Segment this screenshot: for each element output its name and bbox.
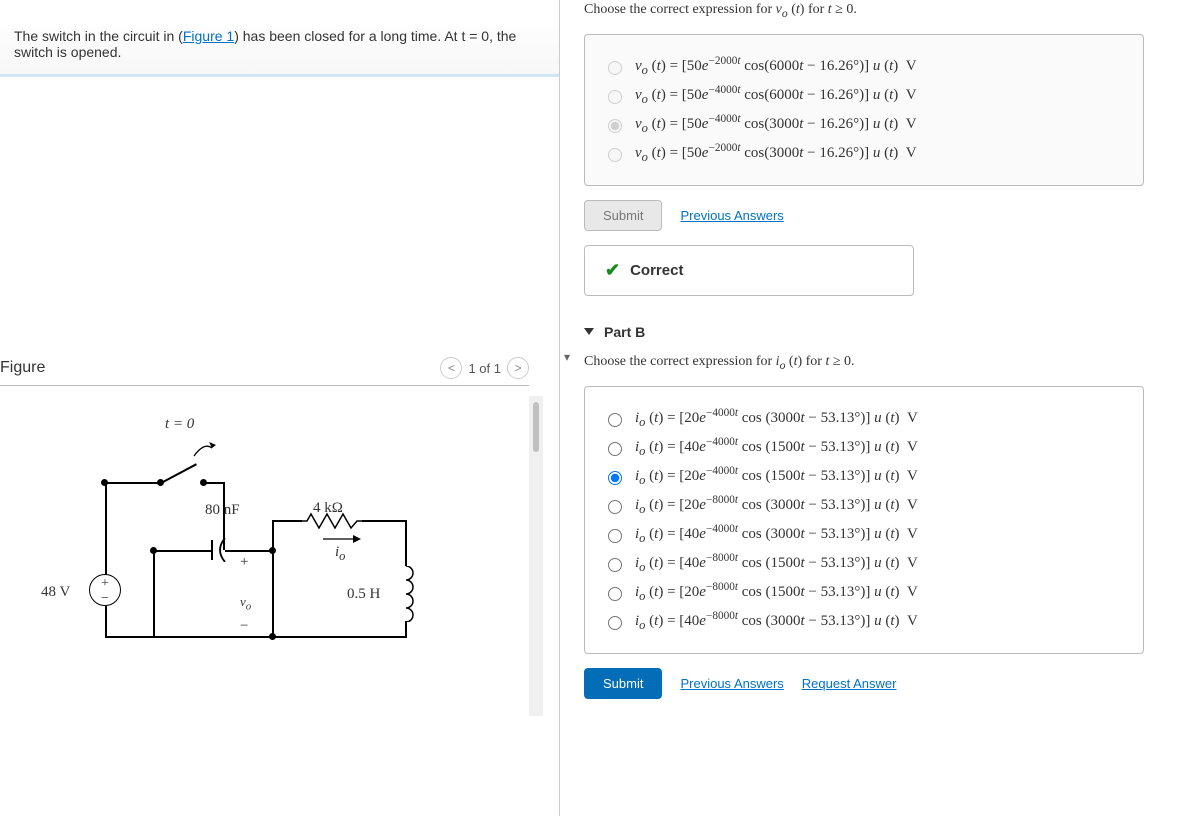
- part-a-submit-button: Submit: [584, 200, 662, 231]
- wire: [223, 522, 225, 550]
- correct-feedback: ✔ Correct: [584, 245, 914, 296]
- caret-down-icon: [584, 328, 594, 335]
- source-minus-icon: −: [101, 591, 109, 607]
- label-io: io: [335, 544, 345, 564]
- part-a-opt-4: vo (t) = [50e−2000t cos(3000t − 16.26°)]…: [603, 142, 1125, 165]
- check-icon: ✔: [605, 260, 620, 281]
- part-a-opt-1: vo (t) = [50e−2000t cos(6000t − 16.26°)]…: [603, 55, 1125, 78]
- source-plus-icon: +: [101, 576, 109, 592]
- radio-input[interactable]: [608, 616, 622, 630]
- label-plus: +: [240, 554, 248, 571]
- wire: [405, 520, 407, 566]
- part-b-options: io (t) = [20e−4000t cos (3000t − 53.13°)…: [584, 386, 1144, 654]
- wire: [362, 520, 406, 522]
- part-b-request-answer-link[interactable]: Request Answer: [802, 676, 897, 691]
- figure-section: Figure < 1 of 1 > t = 0: [0, 357, 559, 716]
- radio-input[interactable]: [608, 500, 622, 514]
- wire: [155, 550, 211, 552]
- part-a-previous-answers-link[interactable]: Previous Answers: [680, 208, 783, 223]
- figure-pager: < 1 of 1 >: [440, 357, 529, 379]
- part-b-opt-7[interactable]: io (t) = [20e−8000t cos (1500t − 53.13°)…: [603, 581, 1125, 604]
- problem-statement: The switch in the circuit in (Figure 1) …: [0, 28, 559, 77]
- radio-input: [608, 119, 622, 133]
- wire: [272, 520, 274, 550]
- part-b-previous-answers-link[interactable]: Previous Answers: [680, 676, 783, 691]
- wire: [272, 520, 302, 522]
- radio-input[interactable]: [608, 442, 622, 456]
- wire: [105, 482, 160, 484]
- part-b-opt-2[interactable]: io (t) = [40e−4000t cos (1500t − 53.13°)…: [603, 436, 1125, 459]
- circuit-diagram: t = 0 80 nF: [35, 416, 475, 696]
- resistor-icon: [301, 512, 363, 530]
- part-b-opt-4[interactable]: io (t) = [20e−8000t cos (3000t − 53.13°)…: [603, 494, 1125, 517]
- radio-input[interactable]: [608, 587, 622, 601]
- right-pane: ▾ Choose the correct expression for vo (…: [560, 0, 1200, 816]
- part-a-prompt: Choose the correct expression for vo (t)…: [584, 2, 1188, 20]
- radio-input: [608, 61, 622, 75]
- pager-prev-button[interactable]: <: [440, 357, 462, 379]
- figure-divider: [0, 385, 529, 386]
- wire: [272, 550, 274, 636]
- part-a-opt-3: vo (t) = [50e−4000t cos(3000t − 16.26°)]…: [603, 113, 1125, 136]
- node: [150, 547, 157, 554]
- label-t0: t = 0: [165, 416, 194, 433]
- part-b-opt-5[interactable]: io (t) = [40e−4000t cos (3000t − 53.13°)…: [603, 523, 1125, 546]
- radio-input: [608, 148, 622, 162]
- problem-text-pre: The switch in the circuit in (: [14, 28, 183, 44]
- radio-input[interactable]: [608, 558, 622, 572]
- label-source: 48 V: [41, 584, 70, 601]
- label-ind: 0.5 H: [347, 586, 380, 603]
- radio-input[interactable]: [608, 529, 622, 543]
- correct-label: Correct: [630, 262, 683, 279]
- pager-text: 1 of 1: [468, 361, 501, 376]
- switch-arrow-icon: [190, 434, 216, 460]
- figure-title: Figure: [0, 359, 45, 377]
- pager-next-button[interactable]: >: [507, 357, 529, 379]
- part-b-header[interactable]: Part B: [584, 324, 1188, 340]
- wire: [153, 550, 155, 636]
- wire: [105, 482, 107, 576]
- radio-input[interactable]: [608, 471, 622, 485]
- wire: [105, 606, 107, 636]
- part-b-opt-6[interactable]: io (t) = [40e−8000t cos (1500t − 53.13°)…: [603, 552, 1125, 575]
- inductor-icon: [397, 566, 415, 622]
- left-pane: The switch in the circuit in (Figure 1) …: [0, 0, 560, 816]
- figure-link[interactable]: Figure 1: [183, 28, 234, 44]
- label-vo: vo: [240, 594, 251, 613]
- collapse-caret-icon[interactable]: ▾: [564, 350, 570, 364]
- cap-plate: [211, 540, 213, 560]
- part-b-prompt: Choose the correct expression for io (t)…: [584, 354, 1188, 372]
- wire: [105, 636, 407, 638]
- wire: [405, 621, 407, 636]
- wire: [225, 550, 271, 552]
- part-b-opt-8[interactable]: io (t) = [40e−8000t cos (3000t − 53.13°)…: [603, 610, 1125, 633]
- part-b-submit-button[interactable]: Submit: [584, 668, 662, 699]
- switch-arm: [161, 463, 197, 483]
- figure-body: t = 0 80 nF: [0, 396, 543, 716]
- part-b-opt-3[interactable]: io (t) = [20e−4000t cos (1500t − 53.13°)…: [603, 465, 1125, 488]
- radio-input[interactable]: [608, 413, 622, 427]
- label-cap: 80 nF: [205, 502, 240, 519]
- part-b-opt-1[interactable]: io (t) = [20e−4000t cos (3000t − 53.13°)…: [603, 407, 1125, 430]
- label-minus: −: [240, 618, 248, 635]
- radio-input: [608, 90, 622, 104]
- part-b-title: Part B: [604, 324, 645, 340]
- part-a-options: vo (t) = [50e−2000t cos(6000t − 16.26°)]…: [584, 34, 1144, 186]
- wire: [204, 482, 224, 484]
- part-a-opt-2: vo (t) = [50e−4000t cos(6000t − 16.26°)]…: [603, 84, 1125, 107]
